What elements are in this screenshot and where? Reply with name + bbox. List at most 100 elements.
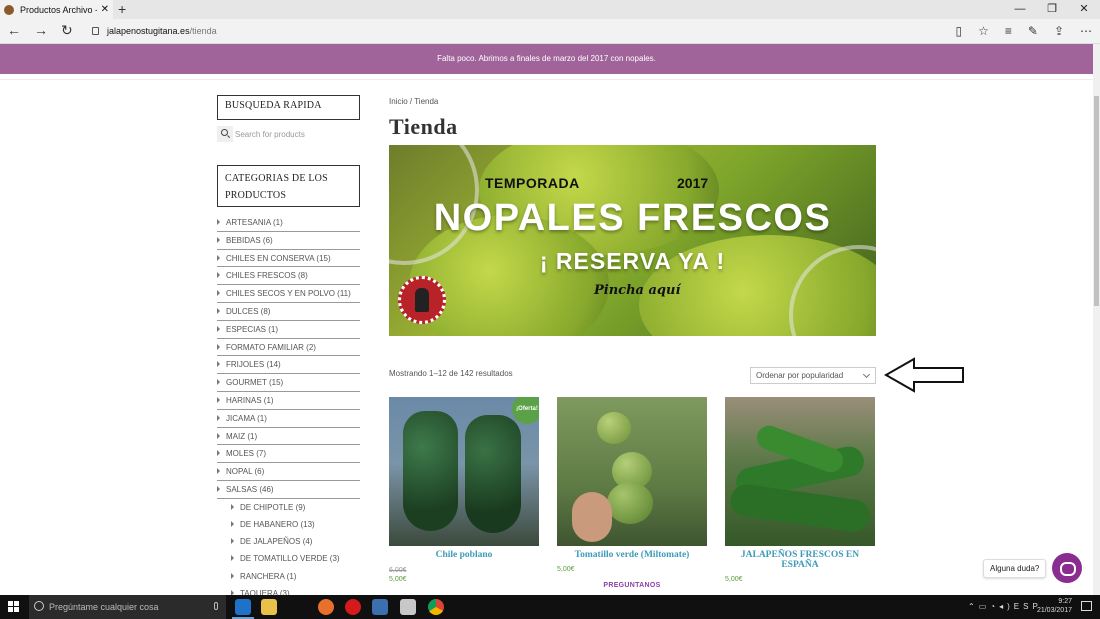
subcategory-item[interactable]: DE HABANERO (13) — [217, 516, 360, 533]
product-price: 5,00€ — [389, 576, 407, 583]
refresh-icon[interactable]: ↻ — [61, 22, 73, 39]
category-item[interactable]: DULCES (8) — [217, 303, 360, 321]
category-item[interactable]: ARTESANIA (1) — [217, 214, 360, 232]
category-item[interactable]: CHILES FRESCOS (8) — [217, 267, 360, 286]
category-item[interactable]: MOLES (7) — [217, 445, 360, 464]
forward-icon[interactable]: → — [34, 22, 48, 38]
banner-click-text: Pincha aquí — [594, 283, 681, 298]
chrome-icon[interactable] — [428, 599, 444, 615]
hub-icon[interactable]: ≡ — [1005, 24, 1012, 38]
category-item[interactable]: BEBIDAS (6) — [217, 232, 360, 250]
product-name[interactable]: JALAPEÑOS FRESCOS EN ESPAÑA — [725, 550, 875, 570]
product-card[interactable]: ¡Oferta! Chile poblano 6,00€ 5,00€ — [389, 397, 539, 583]
firefox-icon[interactable] — [318, 599, 334, 615]
restore-icon[interactable]: ❐ — [1036, 0, 1068, 19]
category-item[interactable]: CHILES SECOS Y EN POLVO (11) — [217, 285, 360, 303]
product-name[interactable]: Tomatillo verde (Miltomate) — [557, 550, 707, 560]
product-name[interactable]: Chile poblano — [389, 550, 539, 560]
category-item[interactable]: CHILES EN CONSERVA (15) — [217, 250, 360, 268]
new-tab-button[interactable]: + — [118, 1, 126, 17]
caret-right-icon — [217, 414, 220, 421]
caret-right-icon — [217, 254, 220, 261]
subcategory-label: DE TOMATILLO VERDE (3) — [240, 554, 340, 564]
taskbar-search-input[interactable]: Pregúntame cualquier cosa — [49, 602, 159, 612]
minimize-icon[interactable]: — — [1004, 0, 1036, 19]
windows-taskbar: Pregúntame cualquier cosa ⌃▭◔◂)ESP 9:27 … — [0, 595, 1100, 619]
close-window-icon[interactable]: ✕ — [1068, 0, 1100, 19]
category-list: ARTESANIA (1) BEBIDAS (6) CHILES EN CONSER… — [217, 214, 360, 602]
product-card[interactable]: JALAPEÑOS FRESCOS EN ESPAÑA 5,00€ — [725, 397, 875, 583]
product-image[interactable] — [725, 397, 875, 546]
caret-right-icon — [217, 379, 220, 386]
window-controls: — ❐ ✕ — [1004, 0, 1100, 19]
caret-right-icon — [231, 555, 234, 562]
product-search[interactable]: Search for products — [217, 126, 360, 142]
notification-icon[interactable] — [1081, 601, 1092, 611]
category-item[interactable]: HARINAS (1) — [217, 392, 360, 410]
subcategory-label: DE HABANERO (13) — [240, 519, 315, 529]
caret-right-icon — [231, 538, 234, 545]
microphone-icon[interactable] — [214, 602, 218, 610]
category-item[interactable]: MAIZ (1) — [217, 428, 360, 446]
subcategory-item[interactable]: RANCHERA (1) — [217, 568, 360, 585]
page-scrollbar[interactable] — [1093, 44, 1100, 595]
sort-select[interactable]: Ordenar por popularidad — [750, 367, 876, 384]
edge-app-icon[interactable] — [235, 599, 251, 615]
favorite-star-icon[interactable]: ☆ — [978, 24, 989, 38]
system-tray-icons[interactable]: ⌃▭◔◂)ESP — [968, 602, 1042, 611]
category-label: SALSAS (46) — [226, 484, 274, 494]
subcategory-item[interactable]: DE CHIPOTLE (9) — [217, 499, 360, 516]
subcategory-item[interactable]: DE TOMATILLO VERDE (3) — [217, 550, 360, 567]
caret-right-icon — [217, 272, 220, 279]
chat-icon[interactable] — [1052, 553, 1082, 583]
brand-seal-logo — [398, 276, 446, 324]
category-label: CHILES EN CONSERVA (15) — [226, 253, 331, 263]
file-explorer-icon[interactable] — [261, 599, 277, 615]
url-field[interactable]: jalapenostugitana.es/tienda — [92, 23, 942, 40]
chat-prompt-bubble[interactable]: Alguna duda? — [983, 559, 1047, 578]
categories-widget-title: CATEGORIAS DE LOS PRODUCTOS — [217, 165, 360, 207]
breadcrumb[interactable]: Inicio / Tienda — [389, 97, 438, 106]
taskbar-search[interactable]: Pregúntame cualquier cosa — [29, 595, 226, 619]
category-label: MAIZ (1) — [226, 431, 258, 441]
clock[interactable]: 9:27 21/03/2017 — [1037, 597, 1072, 615]
windows-start-icon[interactable] — [8, 601, 20, 613]
search-icon[interactable] — [217, 126, 233, 142]
caret-right-icon — [231, 520, 234, 527]
product-image[interactable]: ¡Oferta! — [389, 397, 539, 546]
search-input[interactable]: Search for products — [235, 130, 305, 139]
share-icon[interactable]: ⇪ — [1054, 24, 1064, 38]
caret-right-icon — [217, 219, 220, 225]
back-icon[interactable]: ← — [7, 22, 21, 38]
window-app-icon[interactable] — [400, 599, 416, 615]
subcategory-item[interactable]: DE JALAPEÑOS (4) — [217, 533, 360, 550]
product-old-price: 6,00€ — [389, 567, 407, 574]
product-image[interactable] — [557, 397, 707, 546]
ask-us-button[interactable]: PREGUNTANOS — [557, 582, 707, 589]
category-label: GOURMET (15) — [226, 378, 284, 388]
promo-banner[interactable]: TEMPORADA 2017 NOPALES FRESCOS ¡ RESERVA… — [389, 145, 876, 336]
opera-icon[interactable] — [345, 599, 361, 615]
category-item[interactable]: NOPAL (6) — [217, 463, 360, 481]
scrollbar-thumb[interactable] — [1094, 96, 1099, 306]
category-item[interactable]: SALSAS (46) — [217, 481, 360, 499]
product-card[interactable]: Tomatillo verde (Miltomate) 5,00€ PREGUN… — [557, 397, 707, 589]
media-player-icon[interactable] — [372, 599, 388, 615]
product-price: 5,00€ — [557, 566, 575, 573]
category-item[interactable]: FRIJOLES (14) — [217, 356, 360, 375]
product-price: 5,00€ — [725, 576, 743, 583]
category-item[interactable]: FORMATO FAMILIAR (2) — [217, 339, 360, 357]
web-note-icon[interactable]: ✎ — [1028, 24, 1038, 38]
category-item[interactable]: JICAMA (1) — [217, 410, 360, 428]
banner-headline: NOPALES FRESCOS — [433, 197, 832, 239]
caret-right-icon — [217, 361, 220, 368]
category-item[interactable]: GOURMET (15) — [217, 374, 360, 392]
browser-tab[interactable]: Productos Archivo - JAL ✕ — [0, 0, 113, 19]
category-item[interactable]: ESPECIAS (1) — [217, 321, 360, 339]
caret-right-icon — [217, 343, 220, 350]
more-icon[interactable]: ⋯ — [1080, 24, 1092, 38]
banner-season: TEMPORADA — [485, 175, 580, 191]
caret-right-icon — [217, 236, 220, 243]
close-tab-icon[interactable]: ✕ — [97, 4, 113, 15]
reading-view-icon[interactable]: ▯ — [955, 24, 962, 38]
